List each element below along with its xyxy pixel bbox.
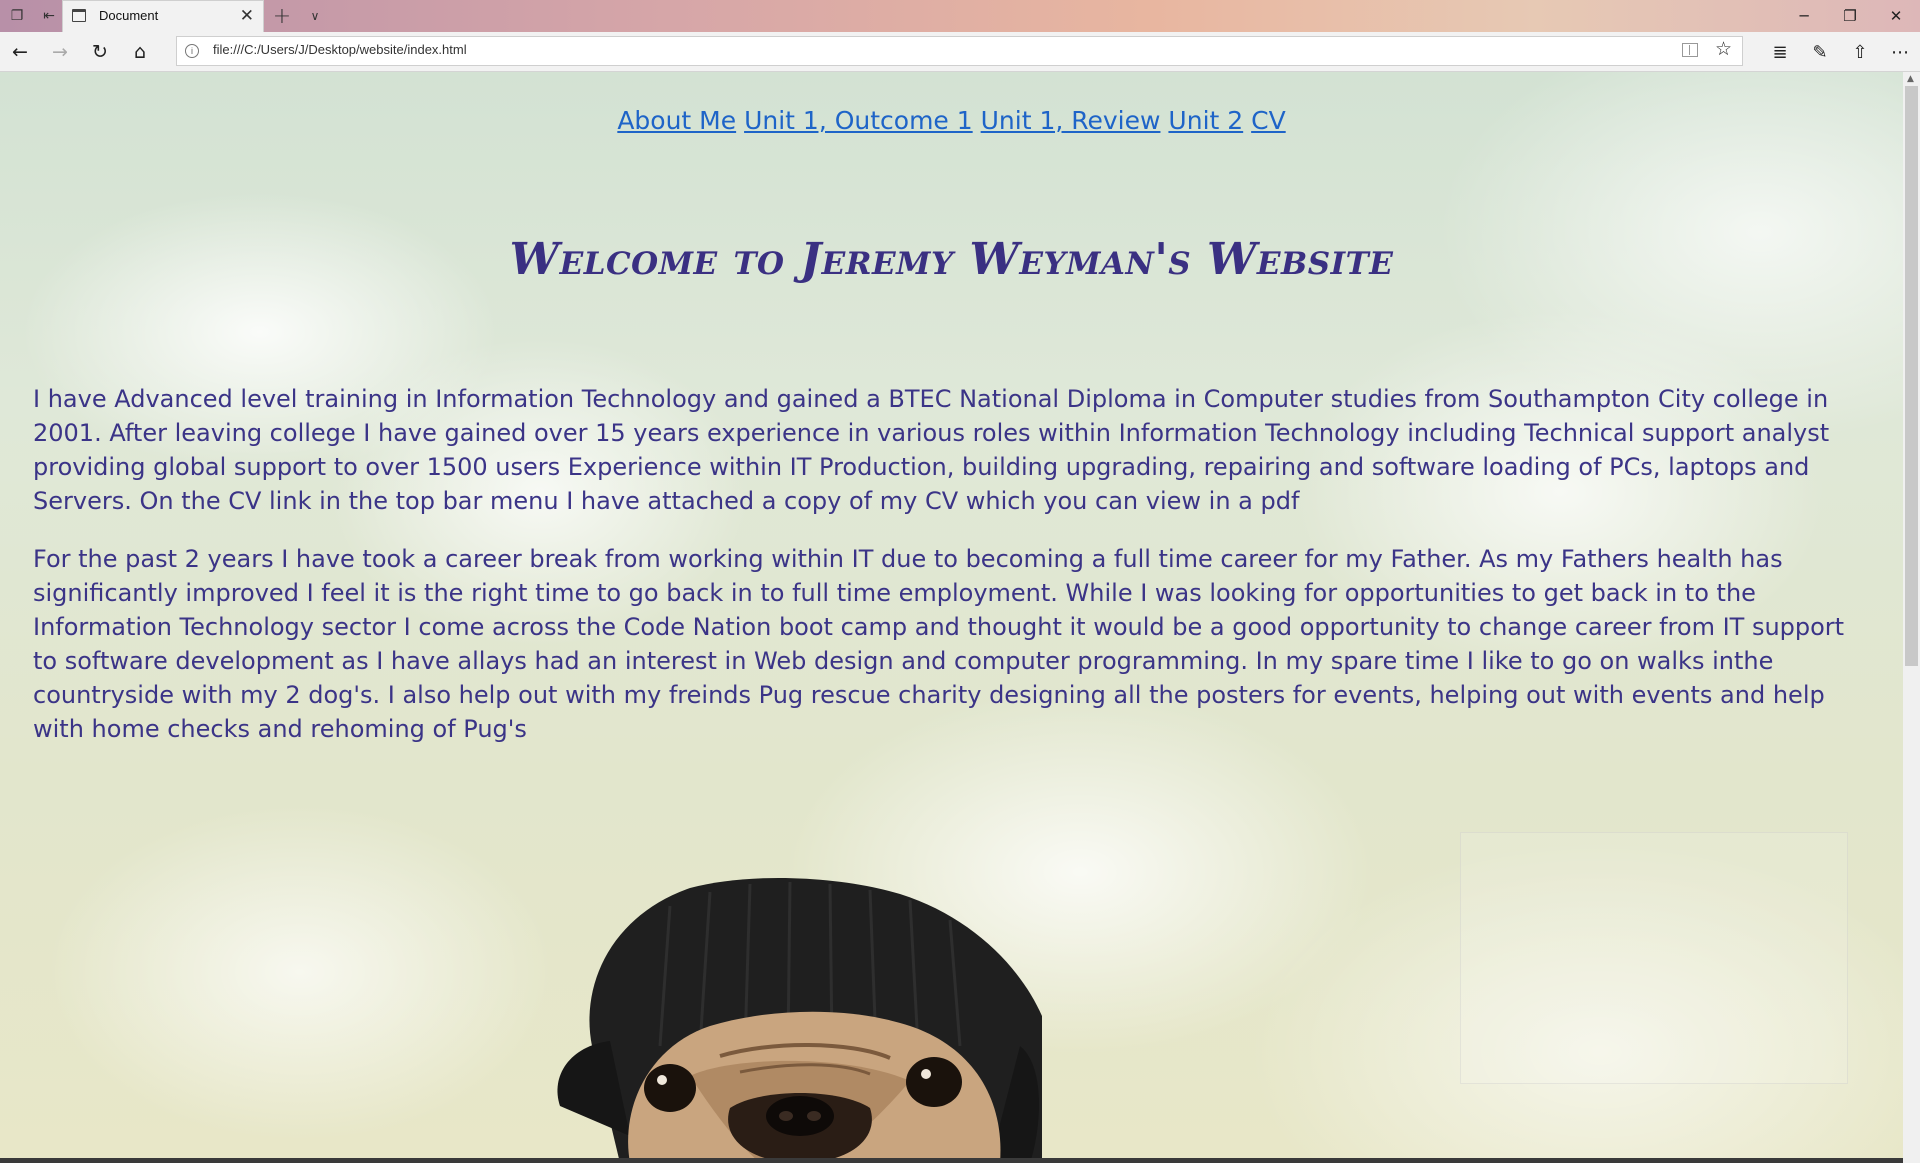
- nav-link-unit2[interactable]: Unit 2: [1168, 106, 1243, 135]
- title-bar: ❐ ⇤ Document ✕ + ∨ ─ ❐ ✕: [0, 0, 1920, 32]
- top-nav-menu: About Me Unit 1, Outcome 1 Unit 1, Revie…: [0, 106, 1903, 135]
- browser-tab[interactable]: Document ✕: [62, 0, 264, 32]
- tab-preview-icon[interactable]: ❐: [0, 0, 34, 32]
- address-text[interactable]: file:///C:/Users/J/Desktop/website/index…: [213, 42, 467, 57]
- chevron-down-icon[interactable]: ∨: [298, 0, 332, 32]
- share-icon[interactable]: ⇧: [1840, 32, 1880, 72]
- nav-link-unit1-review[interactable]: Unit 1, Review: [981, 106, 1161, 135]
- reading-view-icon[interactable]: [1682, 43, 1698, 57]
- refresh-icon[interactable]: ↻: [80, 32, 120, 72]
- restore-icon[interactable]: ❐: [1827, 0, 1873, 32]
- navigation-bar: ← → ↻ ⌂ i file:///C:/Users/J/Desktop/web…: [0, 32, 1920, 72]
- more-icon[interactable]: ⋯: [1880, 32, 1920, 72]
- back-arrow-icon[interactable]: ←: [0, 32, 40, 72]
- page-icon: [72, 9, 86, 22]
- scroll-up-icon[interactable]: ▲: [1907, 74, 1914, 84]
- favorites-hub-icon[interactable]: ≣: [1760, 32, 1800, 72]
- scrollbar-thumb[interactable]: [1905, 86, 1918, 666]
- nav-link-about-me[interactable]: About Me: [617, 106, 736, 135]
- address-bar[interactable]: i file:///C:/Users/J/Desktop/website/ind…: [176, 36, 1743, 66]
- home-icon[interactable]: ⌂: [120, 32, 160, 72]
- star-icon[interactable]: ☆: [1715, 38, 1732, 60]
- close-window-icon[interactable]: ✕: [1873, 0, 1919, 32]
- minimize-icon[interactable]: ─: [1781, 0, 1827, 32]
- horizontal-scroll-edge: [0, 1158, 1903, 1163]
- info-icon[interactable]: i: [185, 44, 199, 58]
- pen-icon[interactable]: ✎: [1800, 32, 1840, 72]
- close-tab-icon[interactable]: ✕: [240, 6, 254, 26]
- new-tab-icon[interactable]: +: [265, 0, 299, 32]
- career-paragraph: For the past 2 years I have took a caree…: [33, 545, 1845, 743]
- intro-paragraph: I have Advanced level training in Inform…: [33, 385, 1830, 515]
- pug-image: [557, 877, 1042, 1163]
- nav-link-unit1-outcome1[interactable]: Unit 1, Outcome 1: [744, 106, 973, 135]
- tab-title: Document: [99, 8, 159, 23]
- page-title: Welcome to Jeremy Weyman's Website: [509, 234, 1394, 285]
- forward-arrow-icon[interactable]: →: [40, 32, 80, 72]
- nav-link-cv[interactable]: CV: [1251, 106, 1286, 135]
- faint-overlay-panel: [1460, 832, 1848, 1084]
- vertical-scrollbar[interactable]: ▲: [1903, 72, 1920, 1163]
- page-viewport: About Me Unit 1, Outcome 1 Unit 1, Revie…: [0, 72, 1903, 1163]
- set-tabs-aside-icon[interactable]: ⇤: [32, 0, 66, 32]
